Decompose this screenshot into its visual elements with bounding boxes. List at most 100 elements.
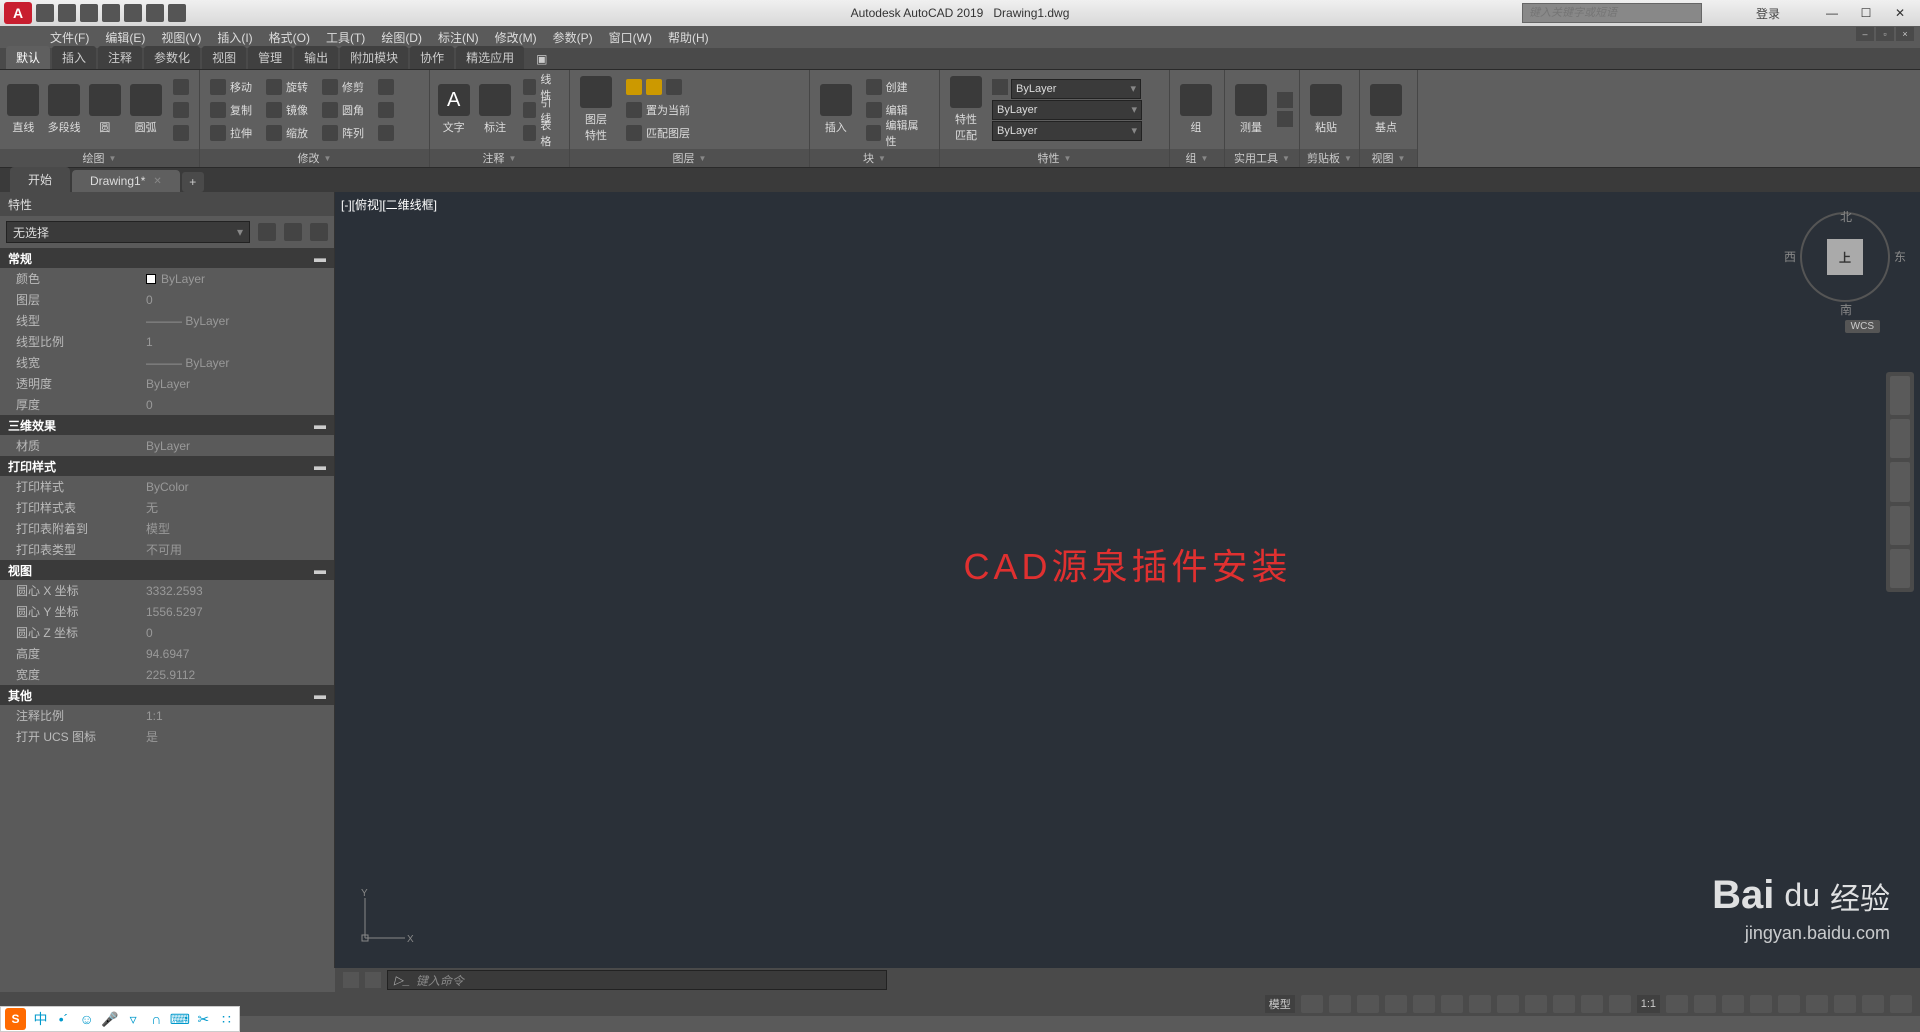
prop-row[interactable]: 线型比例1	[0, 331, 334, 352]
edit-attr-button[interactable]: 编辑属性	[862, 123, 933, 143]
tab-addins[interactable]: 附加模块	[340, 46, 408, 69]
viewcube-south[interactable]: 南	[1840, 301, 1852, 318]
cmd-customize-icon[interactable]	[365, 972, 381, 988]
tab-annotate[interactable]: 注释	[98, 46, 142, 69]
paste-button[interactable]: 粘贴	[1306, 84, 1346, 135]
viewcube-top[interactable]: 上	[1827, 239, 1863, 275]
insert-block-button[interactable]: 插入	[816, 84, 856, 135]
customize-status-icon[interactable]	[1890, 995, 1912, 1013]
menu-modify[interactable]: 修改(M)	[495, 29, 537, 46]
wcs-badge[interactable]: WCS	[1845, 320, 1880, 333]
command-input[interactable]: ▷_键入命令	[387, 970, 887, 990]
lineweight-dropdown[interactable]: ByLayer	[992, 100, 1142, 120]
text-button[interactable]: A文字	[436, 84, 471, 135]
prop-row[interactable]: 圆心 Z 坐标0	[0, 622, 334, 643]
panel-title-modify[interactable]: 修改	[200, 149, 429, 167]
cmd-recent-icon[interactable]	[343, 972, 359, 988]
mdi-close[interactable]: ×	[1896, 27, 1914, 41]
menu-insert[interactable]: 插入(I)	[217, 29, 252, 46]
tab-featured[interactable]: 精选应用	[456, 46, 524, 69]
group-button[interactable]: 组	[1176, 84, 1216, 135]
copy-button[interactable]: 复制	[206, 100, 256, 120]
prop-row[interactable]: 颜色ByLayer	[0, 268, 334, 289]
tab-insert[interactable]: 插入	[52, 46, 96, 69]
panel-title-group[interactable]: 组	[1170, 149, 1224, 167]
panel-title-props[interactable]: 特性	[940, 149, 1169, 167]
modify-misc-3[interactable]	[374, 123, 398, 143]
menu-param[interactable]: 参数(P)	[553, 29, 593, 46]
cycling-icon[interactable]	[1581, 995, 1603, 1013]
workspace-icon[interactable]	[1666, 995, 1688, 1013]
ime-lang[interactable]: 中	[32, 1010, 49, 1028]
panel-title-annot[interactable]: 注释	[430, 149, 569, 167]
hardware-icon[interactable]	[1834, 995, 1856, 1013]
mirror-button[interactable]: 镜像	[262, 100, 312, 120]
menu-edit[interactable]: 编辑(E)	[105, 29, 145, 46]
open-icon[interactable]	[58, 4, 76, 22]
panel-title-view[interactable]: 视图	[1360, 149, 1417, 167]
prop-row[interactable]: 线宽——— ByLayer	[0, 352, 334, 373]
pickadd-icon[interactable]	[310, 223, 328, 241]
quickselect-icon[interactable]	[258, 223, 276, 241]
prop-row[interactable]: 打印表类型不可用	[0, 539, 334, 560]
color-control-icon[interactable]	[992, 79, 1008, 95]
prop-section-header[interactable]: 其他▬	[0, 685, 334, 705]
lockui-icon[interactable]	[1778, 995, 1800, 1013]
viewcube-north[interactable]: 北	[1840, 208, 1852, 225]
measure-button[interactable]: 测量	[1231, 84, 1271, 135]
trim-button[interactable]: 修剪	[318, 77, 368, 97]
prop-row[interactable]: 高度94.6947	[0, 643, 334, 664]
draw-flyout-2[interactable]	[169, 100, 193, 120]
menu-tools[interactable]: 工具(T)	[326, 29, 365, 46]
menu-dimension[interactable]: 标注(N)	[438, 29, 479, 46]
tab-start[interactable]: 开始	[10, 167, 70, 192]
viewcube[interactable]: 上 北 南 西 东	[1800, 212, 1890, 302]
osnap-icon[interactable]	[1441, 995, 1463, 1013]
cleanscreen-icon[interactable]	[1862, 995, 1884, 1013]
modify-misc-2[interactable]	[374, 100, 398, 120]
nav-pan-icon[interactable]	[1890, 419, 1910, 458]
tab-default[interactable]: 默认	[6, 46, 50, 69]
prop-section-header[interactable]: 视图▬	[0, 560, 334, 580]
mdi-restore[interactable]: ▫	[1876, 27, 1894, 41]
menu-view[interactable]: 视图(V)	[161, 29, 201, 46]
ime-scissors-icon[interactable]: ✂	[195, 1010, 212, 1028]
fillet-button[interactable]: 圆角	[318, 100, 368, 120]
lineweight-icon[interactable]	[1525, 995, 1547, 1013]
tab-expand-icon[interactable]: ▣	[526, 49, 546, 69]
prop-row[interactable]: 打开 UCS 图标是	[0, 726, 334, 747]
maximize-button[interactable]: ☐	[1850, 3, 1882, 23]
menu-draw[interactable]: 绘图(D)	[381, 29, 422, 46]
model-tab[interactable]: 模型	[1265, 995, 1295, 1013]
viewport-label[interactable]: [-][俯视][二维线框]	[341, 196, 437, 213]
selection-dropdown[interactable]: 无选择	[6, 221, 250, 243]
stretch-button[interactable]: 拉伸	[206, 123, 256, 143]
prop-row[interactable]: 宽度225.9112	[0, 664, 334, 685]
ortho-icon[interactable]	[1357, 995, 1379, 1013]
menu-help[interactable]: 帮助(H)	[668, 29, 709, 46]
ime-shape-icon[interactable]: ▿	[125, 1010, 142, 1028]
polyline-button[interactable]: 多段线	[47, 84, 82, 135]
prop-row[interactable]: 打印表附着到模型	[0, 518, 334, 539]
otrack-icon[interactable]	[1497, 995, 1519, 1013]
sogou-logo-icon[interactable]: S	[5, 1008, 26, 1030]
linetype-dropdown[interactable]: ByLayer	[992, 121, 1142, 141]
ime-more-icon[interactable]: ∷	[218, 1010, 235, 1028]
selectobj-icon[interactable]	[284, 223, 302, 241]
move-button[interactable]: 移动	[206, 77, 256, 97]
nav-zoom-icon[interactable]	[1890, 462, 1910, 501]
ime-emoji-icon[interactable]: ☺	[78, 1010, 95, 1028]
prop-row[interactable]: 材质ByLayer	[0, 435, 334, 456]
ime-voice-icon[interactable]: 🎤	[101, 1010, 118, 1028]
search-input[interactable]	[1522, 3, 1702, 23]
array-button[interactable]: 阵列	[318, 123, 368, 143]
prop-section-header[interactable]: 三维效果▬	[0, 415, 334, 435]
saveas-icon[interactable]	[102, 4, 120, 22]
panel-title-draw[interactable]: 绘图	[0, 149, 199, 167]
prop-row[interactable]: 图层0	[0, 289, 334, 310]
tab-view[interactable]: 视图	[202, 46, 246, 69]
panel-title-layer[interactable]: 图层	[570, 149, 809, 167]
snapmode-icon[interactable]	[1329, 995, 1351, 1013]
menu-file[interactable]: 文件(F)	[50, 29, 89, 46]
app-logo[interactable]: A	[4, 2, 32, 24]
